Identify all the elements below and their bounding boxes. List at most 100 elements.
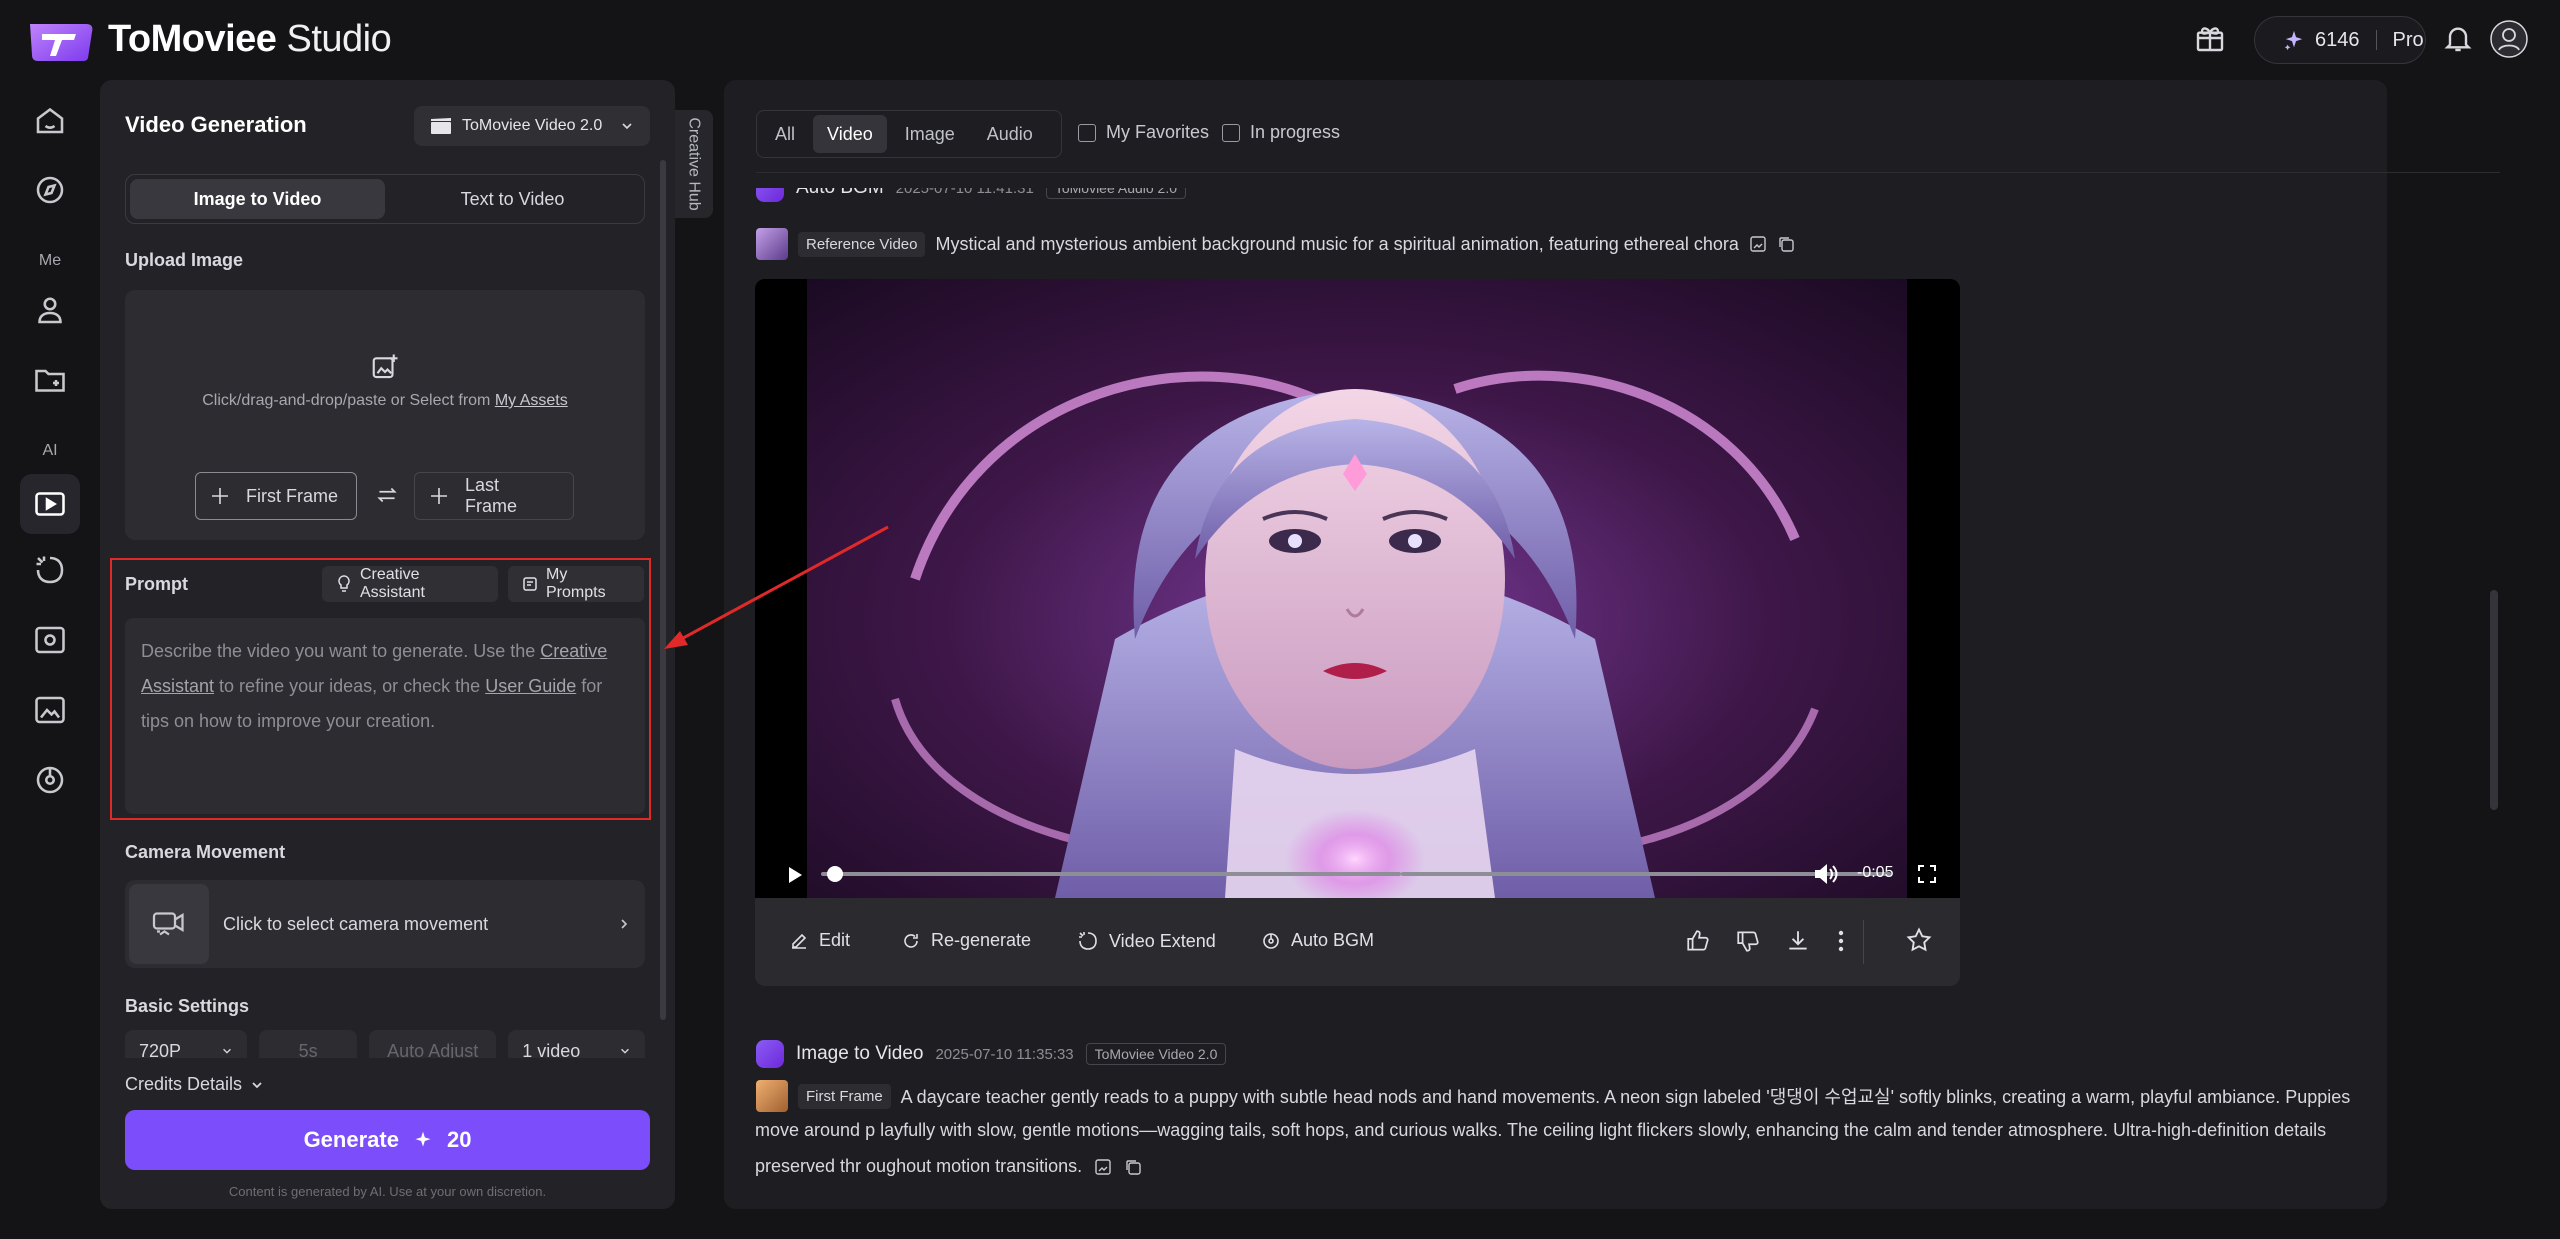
refresh-icon	[904, 933, 918, 948]
entry-header: Auto BGM 2025-07-10 11:41:31 ToMoviee Au…	[756, 188, 1956, 218]
action-divider	[1863, 920, 1864, 964]
user-avatar-icon[interactable]	[2490, 20, 2528, 58]
upload-hint: Click/drag-and-drop/paste or Select from…	[202, 392, 568, 409]
chevron-down-icon	[620, 119, 634, 133]
favorite-star-icon[interactable]	[1905, 926, 1933, 954]
edit-button[interactable]: Edit	[789, 930, 850, 951]
reference-label: First Frame	[798, 1083, 891, 1109]
entry-header: Image to Video 2025-07-10 11:35:33 ToMov…	[756, 1040, 1227, 1068]
audio-icon[interactable]	[32, 762, 68, 798]
document-icon	[522, 576, 538, 592]
profile-icon[interactable]	[32, 292, 68, 328]
progress-thumb[interactable]	[827, 866, 843, 882]
video-player[interactable]	[755, 279, 1960, 898]
entry-type-icon	[756, 188, 784, 202]
copy-icon[interactable]	[1777, 235, 1795, 253]
my-prompts-button[interactable]: My Prompts	[508, 566, 644, 602]
regenerate-button[interactable]: Re-generate	[901, 930, 1031, 951]
credits-details-toggle[interactable]: Credits Details	[125, 1074, 264, 1095]
first-frame-thumbnail[interactable]	[756, 1080, 788, 1112]
tab-text-to-video[interactable]: Text to Video	[385, 179, 640, 219]
entry-meta-row: Reference Video Mystical and mysterious …	[756, 228, 1795, 260]
bulb-icon	[336, 575, 352, 593]
copy-icon[interactable]	[1124, 1158, 1142, 1176]
edit-icon	[792, 933, 807, 949]
download-icon[interactable]	[1785, 928, 1811, 954]
brand-name[interactable]: ToMoviee Studio	[108, 18, 392, 61]
filter-video[interactable]: Video	[813, 115, 887, 153]
bell-icon[interactable]	[2442, 22, 2474, 54]
brand-logo-icon[interactable]	[28, 20, 98, 62]
image-generation-icon[interactable]	[32, 622, 68, 658]
folder-icon[interactable]	[32, 362, 68, 398]
chevron-right-icon	[617, 917, 631, 931]
clapper-icon	[430, 117, 452, 135]
extend-icon	[1079, 932, 1097, 950]
chevron-down-icon	[223, 1048, 232, 1054]
entry-description: Mystical and mysterious ambient backgrou…	[935, 233, 1739, 254]
credits-pill[interactable]: 6146 Pro	[2254, 16, 2426, 64]
entry-type-icon	[756, 1040, 784, 1068]
mode-tabs: Image to Video Text to Video	[125, 174, 645, 224]
progress-track[interactable]	[821, 872, 1401, 876]
video-extend-button[interactable]: Video Extend	[1077, 930, 1216, 952]
entry-model-tag: ToMoviee Video 2.0	[1085, 1043, 1227, 1065]
filter-audio[interactable]: Audio	[973, 115, 1047, 153]
camera-movement-select[interactable]: Click to select camera movement	[125, 880, 645, 968]
plan-label: Pro	[2392, 28, 2424, 51]
rail-label-me: Me	[38, 252, 62, 269]
sparkle-icon	[413, 1130, 433, 1150]
entry-model-tag: ToMoviee Audio 2.0	[1045, 188, 1187, 199]
fullscreen-icon[interactable]	[1917, 864, 1937, 884]
annotation-arrow-icon	[664, 525, 889, 649]
filter-all[interactable]: All	[761, 115, 809, 153]
model-select[interactable]: ToMoviee Video 2.0	[414, 106, 650, 146]
explore-icon[interactable]	[32, 172, 68, 208]
user-guide-link[interactable]: User Guide	[485, 676, 576, 696]
home-icon[interactable]	[32, 102, 68, 138]
reference-label: Reference Video	[798, 231, 926, 257]
auto-bgm-button[interactable]: Auto BGM	[1261, 930, 1374, 951]
entry-time: 2025-07-10 11:35:33	[935, 1045, 1074, 1063]
rail-label-ai: AI	[42, 442, 58, 459]
volume-icon[interactable]	[1813, 862, 1839, 886]
ai-disclaimer: Content is generated by AI. Use at your …	[228, 1184, 547, 1199]
plus-icon	[208, 484, 232, 508]
camera-label: Camera Movement	[125, 842, 286, 862]
effects-icon[interactable]	[32, 552, 68, 588]
more-options-icon[interactable]	[1837, 928, 1845, 954]
reference-thumbnail[interactable]	[756, 228, 788, 260]
plus-icon	[427, 484, 451, 508]
creative-hub-label: Creative Hub	[686, 117, 703, 211]
filter-tabs: All Video Image Audio	[756, 110, 1062, 158]
my-favorites-checkbox[interactable]: My Favorites	[1078, 122, 1209, 143]
in-progress-checkbox[interactable]: In progress	[1222, 122, 1340, 143]
play-icon[interactable]	[787, 866, 803, 884]
entry-type: Image to Video	[796, 1043, 924, 1064]
image-icon[interactable]	[1749, 235, 1767, 253]
my-assets-link[interactable]: My Assets	[495, 392, 568, 409]
entry-meta-row: First Frame A daycare teacher gently rea…	[756, 1080, 2350, 1112]
swap-icon[interactable]	[374, 482, 400, 508]
thumbs-up-icon[interactable]	[1685, 928, 1711, 954]
image-edit-icon[interactable]	[32, 692, 68, 728]
gift-icon[interactable]	[2194, 22, 2226, 54]
tab-image-to-video[interactable]: Image to Video	[130, 179, 385, 219]
video-action-bar: Edit Re-generate Video Extend Auto BGM	[755, 898, 1960, 986]
creative-assistant-button[interactable]: Creative Assistant	[322, 566, 498, 602]
image-icon[interactable]	[1094, 1158, 1112, 1176]
last-frame-button[interactable]: Last Frame	[414, 472, 574, 520]
chevron-down-icon	[621, 1048, 629, 1054]
video-generation-icon[interactable]	[32, 486, 68, 522]
time-remaining: -0:05	[1857, 864, 1894, 881]
thumbs-down-icon[interactable]	[1735, 928, 1761, 954]
filter-image[interactable]: Image	[891, 115, 969, 153]
basic-settings-label: Basic Settings	[125, 996, 250, 1016]
sparkle-icon	[2283, 29, 2305, 51]
entry-description-line2: move around p layfully with slow, gentle…	[755, 1120, 2327, 1140]
results-scrollbar[interactable]	[2490, 590, 2498, 810]
first-frame-button[interactable]: First Frame	[195, 472, 357, 520]
generate-button[interactable]: Generate 20	[125, 1110, 650, 1170]
prompt-input[interactable]: Describe the video you want to generate.…	[125, 618, 645, 814]
prompt-label: Prompt	[125, 574, 188, 594]
